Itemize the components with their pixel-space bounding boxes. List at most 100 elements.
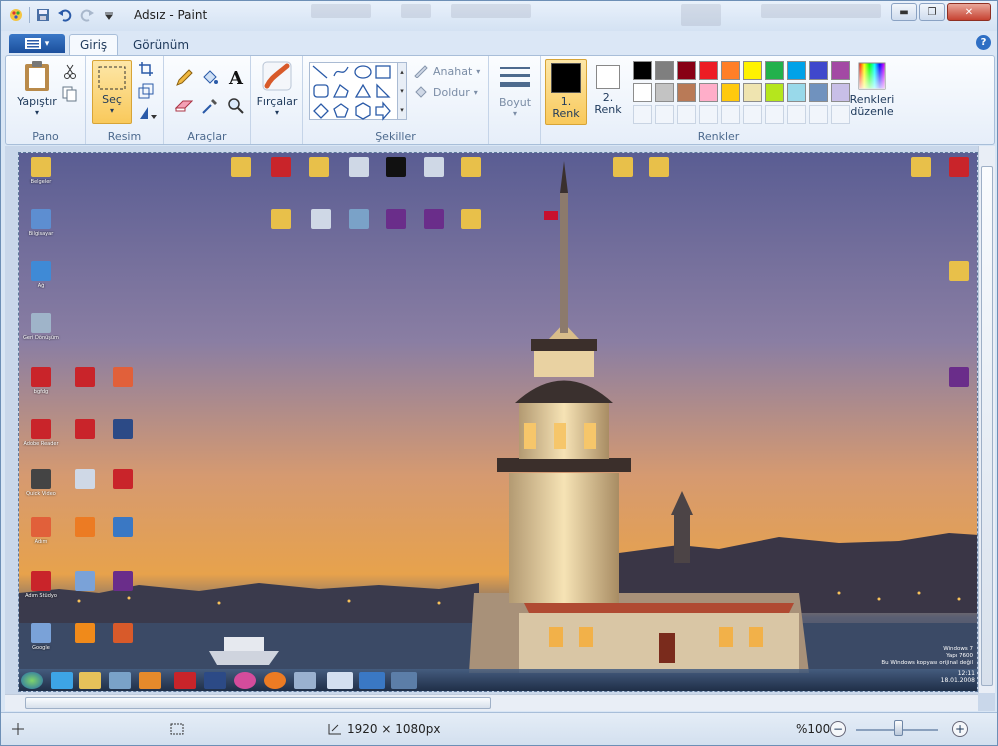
desktop-icon-image	[424, 209, 444, 229]
pano-group-label: Pano	[32, 130, 59, 143]
desktop-icon-image	[31, 313, 51, 333]
edit-colors-button[interactable]: Renkleri düzenle	[849, 62, 895, 118]
size-button[interactable]: Boyut ▾	[493, 64, 537, 118]
renkler-group-label: Renkler	[697, 130, 740, 143]
selection-size-icon	[170, 723, 184, 735]
zoom-out-button[interactable]: −	[830, 721, 846, 737]
desktop-icon: Adım Stüdyo	[19, 571, 63, 599]
zoom-in-button[interactable]: +	[952, 721, 968, 737]
palette-custom-slot[interactable]	[655, 105, 674, 124]
text-icon[interactable]: A	[226, 68, 246, 89]
close-button[interactable]: ✕	[947, 3, 991, 21]
palette-color-swatch[interactable]	[655, 83, 674, 102]
horizontal-scroll-thumb[interactable]	[25, 697, 491, 709]
paint-menu-button[interactable]: ▾	[9, 34, 65, 53]
ie-taskbar-icon	[51, 672, 73, 689]
palette-color-swatch[interactable]	[831, 83, 850, 102]
palette-color-swatch[interactable]	[765, 61, 784, 80]
palette-color-swatch[interactable]	[743, 61, 762, 80]
palette-color-swatch[interactable]	[721, 61, 740, 80]
shapes-gallery[interactable]	[309, 62, 405, 121]
outline-button[interactable]: Anahat ▾	[413, 64, 480, 78]
pencil-icon[interactable]	[174, 68, 194, 88]
copy-icon[interactable]	[60, 84, 80, 104]
paste-button[interactable]: Yapıştır ▾	[14, 60, 60, 117]
palette-custom-slot[interactable]	[765, 105, 784, 124]
palette-color-swatch[interactable]	[787, 83, 806, 102]
users-taskbar-icon	[109, 672, 131, 689]
palette-custom-slot[interactable]	[633, 105, 652, 124]
palette-custom-slot[interactable]	[831, 105, 850, 124]
select-button[interactable]: Seç ▾	[92, 60, 132, 124]
palette-color-swatch[interactable]	[809, 61, 828, 80]
palette-color-swatch[interactable]	[677, 61, 696, 80]
desktop-icon-image	[113, 367, 133, 387]
palette-color-swatch[interactable]	[721, 83, 740, 102]
desktop-icon-image	[309, 157, 329, 177]
fill-button[interactable]: Doldur ▾	[413, 85, 478, 99]
shapes-scroll[interactable]: ▴ ▾ ▾	[397, 62, 407, 120]
desktop-icon-image	[31, 517, 51, 537]
redo-icon[interactable]	[78, 6, 96, 24]
drawing-canvas[interactable]: Belgeler Bilgisayar Ağ Geri Dönüşüm bgfdg Ado…	[18, 152, 978, 692]
palette-color-swatch[interactable]	[743, 83, 762, 102]
palette-custom-slot[interactable]	[787, 105, 806, 124]
palette-color-swatch[interactable]	[633, 83, 652, 102]
desktop-icon: Bilgisayar	[19, 209, 63, 237]
select-rectangle-icon	[98, 66, 126, 90]
group-boyut: Boyut ▾	[489, 56, 541, 144]
horizontal-scrollbar[interactable]	[5, 694, 978, 711]
desktop-icon-image	[113, 571, 133, 591]
minimize-button[interactable]: ▬	[891, 3, 917, 21]
customize-qat-icon[interactable]	[100, 6, 118, 24]
palette-custom-slot[interactable]	[699, 105, 718, 124]
vertical-scroll-thumb[interactable]	[981, 166, 993, 686]
eraser-icon[interactable]	[174, 96, 194, 116]
desktop-icon-label: Adım	[34, 539, 48, 545]
palette-custom-slot[interactable]	[743, 105, 762, 124]
select-label: Seç	[102, 93, 122, 106]
undo-icon[interactable]	[56, 6, 74, 24]
resize-icon[interactable]	[136, 81, 156, 101]
line-size-icon	[500, 67, 530, 87]
cut-icon[interactable]	[60, 62, 80, 82]
zoom-slider-thumb[interactable]	[894, 720, 903, 736]
desktop-icon: bgfdg	[19, 367, 63, 395]
palette-color-swatch[interactable]	[809, 83, 828, 102]
palette-color-swatch[interactable]	[699, 83, 718, 102]
help-icon[interactable]: ?	[976, 35, 991, 50]
desktop-icon-image	[31, 419, 51, 439]
palette-color-swatch[interactable]	[831, 61, 850, 80]
vertical-scrollbar[interactable]	[978, 146, 995, 693]
palette-color-swatch[interactable]	[699, 61, 718, 80]
paste-label: Yapıştır	[17, 95, 57, 108]
paint-app-icon[interactable]	[7, 6, 25, 24]
palette-custom-slot[interactable]	[809, 105, 828, 124]
resim-group-label: Resim	[107, 130, 142, 143]
tab-gorunum[interactable]: Görünüm	[123, 34, 199, 55]
fill-label: Doldur	[433, 85, 470, 99]
maximize-button[interactable]: ❐	[919, 3, 945, 21]
start-orb-icon	[21, 672, 43, 689]
color1-button[interactable]: 1. Renk	[545, 59, 587, 125]
brushes-label: Fırçalar	[256, 95, 298, 108]
brushes-button[interactable]: Fırçalar ▾	[255, 60, 299, 117]
magnifier-icon[interactable]	[226, 96, 246, 116]
palette-color-swatch[interactable]	[765, 83, 784, 102]
crop-icon[interactable]	[136, 59, 156, 79]
fill-bucket-icon[interactable]	[200, 68, 220, 88]
save-icon[interactable]	[34, 6, 52, 24]
selection-size	[169, 722, 185, 736]
palette-color-swatch[interactable]	[655, 61, 674, 80]
tab-giris[interactable]: Giriş	[69, 34, 119, 55]
palette-custom-slot[interactable]	[677, 105, 696, 124]
palette-color-swatch[interactable]	[677, 83, 696, 102]
desktop-icon-image	[349, 209, 369, 229]
desktop-icon-image	[271, 209, 291, 229]
palette-color-swatch[interactable]	[633, 61, 652, 80]
rotate-icon[interactable]	[136, 103, 162, 123]
color2-button[interactable]: 2. Renk	[591, 62, 625, 122]
color-picker-icon[interactable]	[200, 96, 220, 116]
palette-color-swatch[interactable]	[787, 61, 806, 80]
palette-custom-slot[interactable]	[721, 105, 740, 124]
